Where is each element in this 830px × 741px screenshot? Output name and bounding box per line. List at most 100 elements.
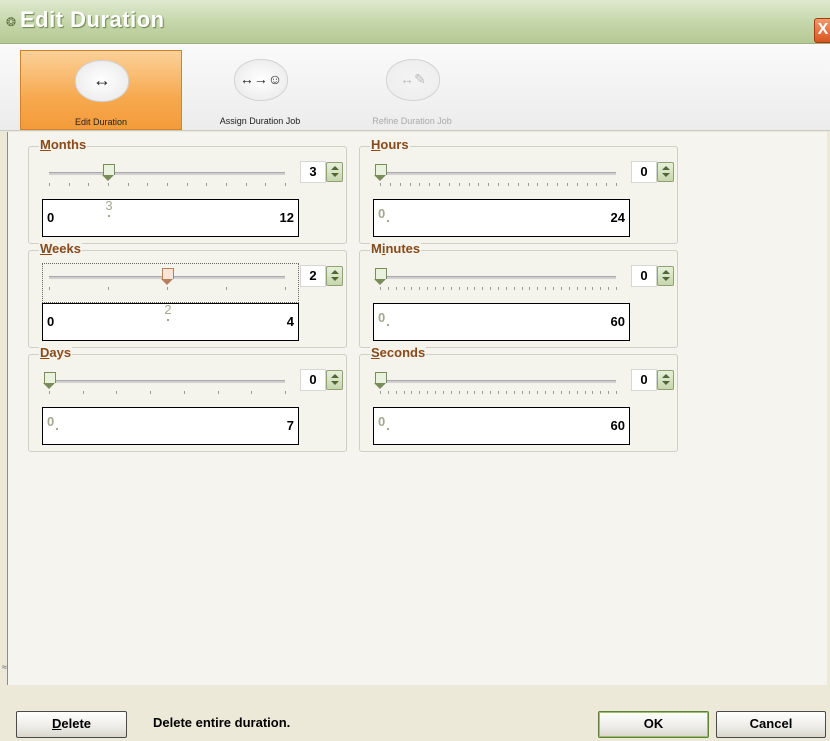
minutes-range-display: 0 60 bbox=[373, 303, 630, 341]
range-min: 0 bbox=[47, 414, 55, 429]
tick-mark bbox=[419, 391, 421, 394]
slider-thumb[interactable] bbox=[43, 372, 56, 389]
tick-mark bbox=[399, 183, 401, 186]
spin-arrows-icon[interactable] bbox=[657, 370, 674, 390]
tick-mark bbox=[419, 287, 421, 290]
days-value[interactable]: 0 bbox=[300, 369, 326, 391]
tick-mark bbox=[458, 183, 460, 186]
slider-ticks bbox=[380, 287, 617, 291]
tick-mark bbox=[409, 183, 411, 186]
tick-mark bbox=[411, 287, 413, 290]
weeks-value[interactable]: 2 bbox=[300, 265, 326, 287]
window-title: Edit Duration bbox=[20, 7, 165, 32]
content-area: Months 3 0 3 12 Weeks 2 0 2 4 Days 0 0 7… bbox=[7, 132, 827, 685]
tick-mark bbox=[553, 287, 555, 290]
tick-mark bbox=[521, 391, 523, 394]
days-title: Days bbox=[39, 345, 73, 360]
delete-button[interactable]: Delete bbox=[16, 711, 127, 738]
tick-mark bbox=[616, 287, 617, 290]
range-current: 3 bbox=[105, 198, 113, 213]
tick-mark bbox=[435, 287, 437, 290]
tick-mark bbox=[387, 287, 389, 290]
tick-mark bbox=[251, 391, 253, 394]
tick-mark bbox=[265, 183, 267, 186]
minutes-value[interactable]: 0 bbox=[631, 265, 657, 287]
tick-mark bbox=[380, 391, 381, 394]
slider-thumb[interactable] bbox=[374, 268, 387, 285]
tick-mark bbox=[450, 391, 452, 394]
hours-group: Hours 0 0 24 bbox=[359, 137, 678, 244]
spin-arrows-icon[interactable] bbox=[326, 370, 343, 390]
minutes-slider[interactable] bbox=[374, 268, 616, 285]
app-icon: ❂ bbox=[6, 15, 17, 29]
range-marker bbox=[108, 215, 110, 217]
tick-mark bbox=[566, 183, 568, 186]
tick-mark bbox=[285, 391, 286, 394]
days-slider[interactable] bbox=[43, 372, 285, 389]
resize-grip-icon[interactable]: ≈ bbox=[2, 662, 7, 672]
tick-mark bbox=[435, 391, 437, 394]
spin-arrows-icon[interactable] bbox=[326, 162, 343, 182]
tick-mark bbox=[478, 183, 480, 186]
slider-thumb[interactable] bbox=[161, 268, 174, 285]
close-button[interactable]: X bbox=[814, 18, 830, 43]
tick-mark bbox=[442, 391, 444, 394]
tick-mark bbox=[108, 183, 109, 186]
months-spinner[interactable]: 3 bbox=[300, 161, 343, 183]
minutes-spinner[interactable]: 0 bbox=[631, 265, 674, 287]
hours-spinner[interactable]: 0 bbox=[631, 161, 674, 183]
tick-mark bbox=[527, 183, 529, 186]
days-group: Days 0 0 7 bbox=[28, 345, 347, 452]
spin-arrows-icon[interactable] bbox=[657, 162, 674, 182]
tick-mark bbox=[439, 183, 440, 186]
tick-mark bbox=[545, 287, 547, 290]
cancel-button[interactable]: Cancel bbox=[716, 711, 826, 738]
tool-refine-duration-job[interactable]: ↔✎ Refine Duration Job bbox=[332, 50, 492, 128]
tick-mark bbox=[505, 287, 507, 290]
range-max: 4 bbox=[286, 314, 294, 329]
tick-mark bbox=[127, 183, 129, 186]
days-spinner[interactable]: 0 bbox=[300, 369, 343, 391]
months-value[interactable]: 3 bbox=[300, 161, 326, 183]
seconds-spinner[interactable]: 0 bbox=[631, 369, 674, 391]
tick-mark bbox=[537, 183, 539, 186]
seconds-value[interactable]: 0 bbox=[631, 369, 657, 391]
tick-mark bbox=[482, 391, 484, 394]
hours-value[interactable]: 0 bbox=[631, 161, 657, 183]
weeks-title: Weeks bbox=[39, 241, 82, 256]
tick-mark bbox=[606, 183, 608, 186]
slider-ticks bbox=[380, 391, 617, 395]
ok-button[interactable]: OK bbox=[598, 711, 709, 738]
slider-ticks bbox=[49, 287, 286, 291]
tick-mark bbox=[116, 391, 118, 394]
slider-thumb[interactable] bbox=[102, 164, 115, 181]
tick-mark bbox=[560, 287, 562, 290]
spin-arrows-icon[interactable] bbox=[326, 266, 343, 286]
hours-slider[interactable] bbox=[374, 164, 616, 181]
tick-mark bbox=[429, 183, 431, 186]
seconds-range-display: 0 60 bbox=[373, 407, 630, 445]
slider-thumb[interactable] bbox=[374, 372, 387, 389]
weeks-slider[interactable] bbox=[49, 268, 285, 285]
tick-mark bbox=[513, 287, 515, 290]
tool-assign-duration-job[interactable]: ↔→☺ Assign Duration Job bbox=[180, 50, 340, 128]
tick-mark bbox=[490, 287, 492, 290]
tick-mark bbox=[458, 287, 460, 290]
weeks-group: Weeks 2 0 2 4 bbox=[28, 241, 347, 348]
tool-edit-duration[interactable]: ↔ Edit Duration bbox=[20, 50, 182, 130]
range-max: 24 bbox=[610, 210, 625, 225]
weeks-spinner[interactable]: 2 bbox=[300, 265, 343, 287]
tick-mark bbox=[557, 183, 558, 186]
tick-mark bbox=[568, 391, 570, 394]
tick-mark bbox=[403, 287, 405, 290]
slider-thumb[interactable] bbox=[374, 164, 387, 181]
tick-mark bbox=[592, 287, 594, 290]
tick-mark bbox=[186, 183, 188, 186]
spin-arrows-icon[interactable] bbox=[657, 266, 674, 286]
seconds-slider[interactable] bbox=[374, 372, 616, 389]
tick-mark bbox=[537, 391, 539, 394]
tick-mark bbox=[226, 287, 227, 290]
months-slider[interactable] bbox=[49, 164, 285, 181]
tool-label: Refine Duration Job bbox=[372, 116, 452, 126]
tick-mark bbox=[419, 183, 421, 186]
